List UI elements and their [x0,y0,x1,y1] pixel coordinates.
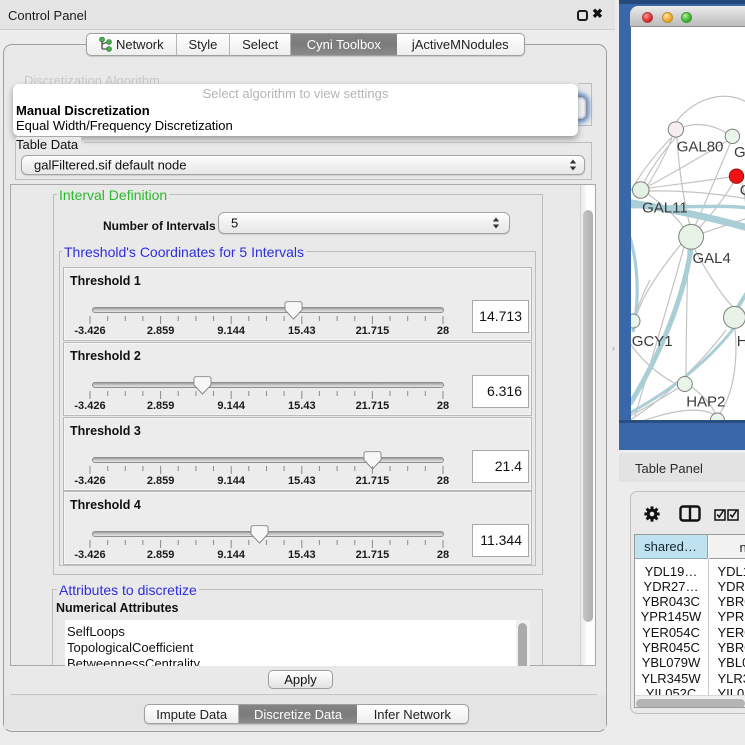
svg-text:HAP2: HAP2 [686,393,725,410]
svg-text:H: H [737,333,745,350]
svg-text:GCY1: GCY1 [632,333,673,350]
svg-text:GAL11: GAL11 [642,200,688,217]
svg-text:GAL80: GAL80 [677,138,724,155]
svg-text:GA: GA [734,144,745,161]
svg-text:GAL4: GAL4 [693,250,731,267]
svg-text:CY: CY [740,182,745,199]
